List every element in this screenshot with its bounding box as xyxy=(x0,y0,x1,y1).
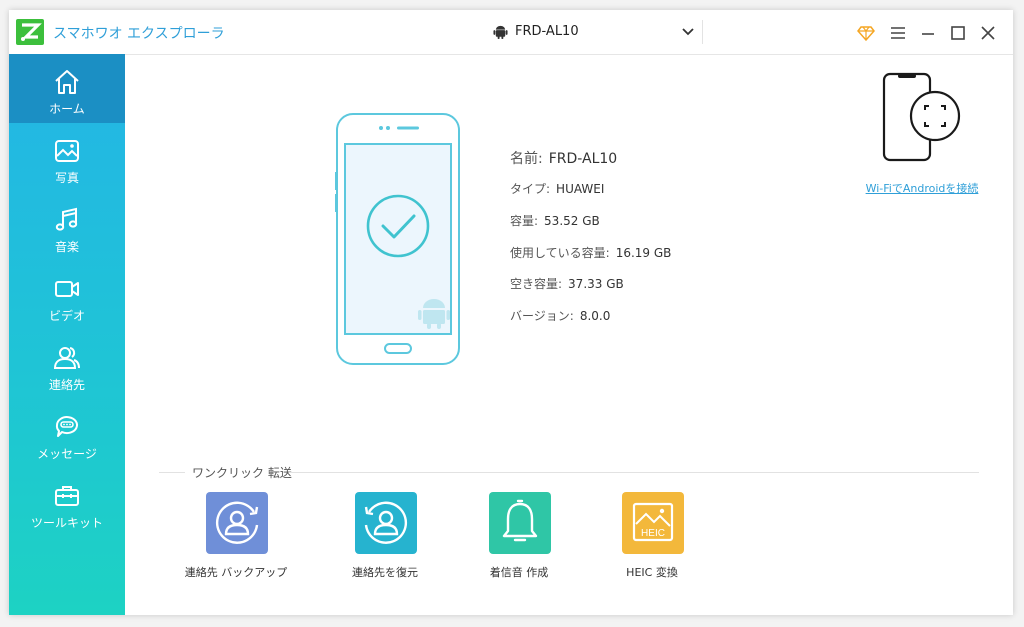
tool-label: 連絡先を復元 xyxy=(352,566,418,579)
info-name-value: FRD-AL10 xyxy=(548,151,618,167)
heic-converter-button[interactable]: HEIC HEIC 変換 xyxy=(592,492,712,582)
sidebar-item-label: ホーム xyxy=(49,102,85,116)
info-free-label: 空き容量: xyxy=(510,277,563,291)
section-divider xyxy=(289,472,979,473)
diamond-icon[interactable] xyxy=(857,24,875,42)
wifi-connect-link[interactable]: Wi-FiでAndroidを接続 xyxy=(847,180,997,196)
contact-backup-icon xyxy=(206,492,268,554)
wifi-scan-phone-icon[interactable] xyxy=(880,72,962,164)
info-type-row: タイプ: HUAWEI xyxy=(510,180,604,197)
app-logo-icon xyxy=(16,19,44,45)
info-used-value: 16.19 GB xyxy=(615,246,672,260)
close-icon[interactable] xyxy=(979,24,997,42)
quick-transfer-title: ワンクリック 転送 xyxy=(192,466,292,480)
info-capacity-label: 容量: xyxy=(510,214,539,228)
ringtone-maker-button[interactable]: 着信音 作成 xyxy=(459,492,579,582)
info-used-label: 使用している容量: xyxy=(510,246,610,260)
info-version-label: バージョン: xyxy=(510,309,574,323)
sidebar-item-home[interactable]: ホーム xyxy=(9,54,125,123)
sidebar-item-photos[interactable]: 写真 xyxy=(9,123,125,192)
info-free-value: 37.33 GB xyxy=(568,277,624,291)
svg-text:HEIC: HEIC xyxy=(641,528,665,539)
ringtone-icon xyxy=(489,492,551,554)
sidebar-item-toolkit[interactable]: ツールキット xyxy=(9,468,125,537)
toolkit-icon xyxy=(55,486,79,506)
phone-illustration xyxy=(335,113,460,365)
sidebar-item-messages[interactable]: メッセージ xyxy=(9,399,125,468)
music-icon xyxy=(55,207,78,231)
info-type-label: タイプ: xyxy=(510,182,551,196)
title-bar: スマホワオ エクスプローラ FRD-AL10 xyxy=(9,10,1013,55)
contacts-icon xyxy=(53,347,80,369)
sidebar-item-video[interactable]: ビデオ xyxy=(9,261,125,330)
heic-icon: HEIC xyxy=(622,492,684,554)
sidebar-item-label: 写真 xyxy=(54,171,79,185)
device-dropdown[interactable]: FRD-AL10 xyxy=(493,22,703,44)
info-name-label: 名前: xyxy=(510,151,543,167)
info-capacity-value: 53.52 GB xyxy=(544,214,600,228)
minimize-icon[interactable] xyxy=(919,24,937,42)
main-panel: 名前: FRD-AL10 タイプ: HUAWEI 容量: 53.52 GB 使用してい… xyxy=(125,54,1013,615)
info-version-value: 8.0.0 xyxy=(579,309,611,323)
info-capacity-row: 容量: 53.52 GB xyxy=(510,212,600,229)
app-window: スマホワオ エクスプローラ FRD-AL10 ホーム 写真 音楽 ビデオ 連絡先… xyxy=(9,10,1013,615)
tool-label: 連絡先 バックアップ xyxy=(184,566,288,579)
info-free-row: 空き容量: 37.33 GB xyxy=(510,275,624,292)
photo-icon xyxy=(55,140,79,162)
home-icon xyxy=(55,70,79,94)
contact-restore-icon xyxy=(355,492,417,554)
device-name: FRD-AL10 xyxy=(515,24,579,39)
sidebar-item-label: ツールキット xyxy=(30,516,103,530)
info-type-value: HUAWEI xyxy=(556,182,605,196)
menu-icon[interactable] xyxy=(889,24,907,42)
chevron-down-icon xyxy=(682,28,694,36)
tool-label: 着信音 作成 xyxy=(489,566,549,579)
app-title: スマホワオ エクスプローラ xyxy=(53,26,225,42)
sidebar-item-label: ビデオ xyxy=(48,309,85,323)
title-divider xyxy=(702,20,703,44)
message-icon xyxy=(55,416,78,437)
contact-restore-button[interactable]: 連絡先を復元 xyxy=(325,492,445,582)
tool-label: HEIC 変換 xyxy=(626,566,678,579)
info-version-row: バージョン: 8.0.0 xyxy=(510,307,610,324)
sidebar-item-music[interactable]: 音楽 xyxy=(9,192,125,261)
sidebar-item-label: 連絡先 xyxy=(48,378,85,392)
section-divider xyxy=(159,472,185,473)
sidebar: ホーム 写真 音楽 ビデオ 連絡先 メッセージ ツールキット xyxy=(9,54,125,615)
android-icon xyxy=(493,25,508,40)
sidebar-item-label: メッセージ xyxy=(37,447,97,461)
info-used-row: 使用している容量: 16.19 GB xyxy=(510,244,671,261)
video-icon xyxy=(55,281,79,297)
contact-backup-button[interactable]: 連絡先 バックアップ xyxy=(176,492,296,582)
sidebar-item-label: 音楽 xyxy=(54,240,79,254)
sidebar-item-contacts[interactable]: 連絡先 xyxy=(9,330,125,399)
maximize-icon[interactable] xyxy=(949,24,967,42)
info-name-row: 名前: FRD-AL10 xyxy=(510,148,617,168)
